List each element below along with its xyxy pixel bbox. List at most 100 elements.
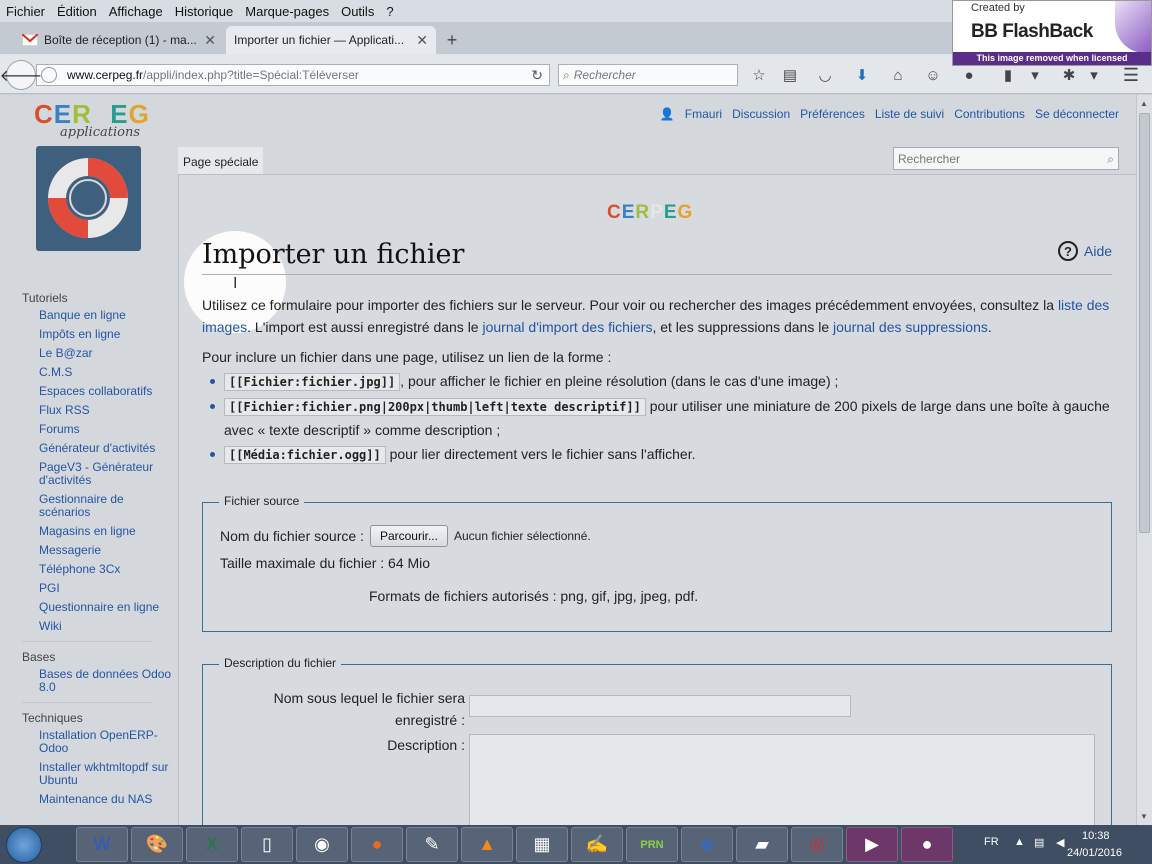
sidebar-item[interactable]: Générateur d'activités bbox=[39, 442, 172, 455]
addon-icon[interactable]: ✱ bbox=[1058, 64, 1080, 86]
dest-filename-input[interactable] bbox=[469, 695, 851, 717]
lifebuoy-logo-icon[interactable] bbox=[36, 146, 141, 251]
watchlist-link[interactable]: Liste de suivi bbox=[875, 107, 944, 121]
reading-list-icon[interactable]: ▤ bbox=[779, 64, 801, 86]
menu-outils[interactable]: Outils bbox=[341, 4, 374, 19]
user-link[interactable]: Fmauri bbox=[685, 107, 722, 121]
sidebar-item[interactable]: Forums bbox=[39, 423, 172, 436]
menu-aide[interactable]: ? bbox=[386, 4, 393, 19]
chat-icon[interactable]: ☺ bbox=[922, 64, 944, 86]
notepad-icon[interactable]: ✍ bbox=[571, 827, 623, 862]
sidebar-item[interactable]: PGI bbox=[39, 582, 172, 595]
clock-date[interactable]: 24/01/2016 bbox=[1067, 847, 1122, 859]
help-link[interactable]: ? Aide bbox=[1058, 241, 1112, 261]
language-indicator[interactable]: FR bbox=[984, 836, 999, 848]
preferences-link[interactable]: Préférences bbox=[800, 107, 865, 121]
new-tab-button[interactable]: + bbox=[438, 26, 466, 54]
paint-icon[interactable]: 🎨 bbox=[131, 827, 183, 862]
virtualbox-icon[interactable]: ◆ bbox=[681, 827, 733, 862]
sidebar-item[interactable]: Bases de données Odoo 8.0 bbox=[39, 668, 172, 694]
sidebar-item[interactable]: Flux RSS bbox=[39, 404, 172, 417]
wiki-search-input[interactable]: Rechercher ⌕ bbox=[893, 147, 1119, 170]
dropdown-icon[interactable]: ▾ bbox=[1083, 64, 1105, 86]
globe-icon bbox=[41, 67, 57, 83]
tab-title: Importer un fichier — Applicati... bbox=[234, 33, 405, 47]
sidebar-item[interactable]: Le B@zar bbox=[39, 347, 172, 360]
word-icon[interactable]: W bbox=[76, 827, 128, 862]
scroll-up-icon[interactable]: ▲ bbox=[1140, 99, 1148, 108]
hamburger-menu-icon[interactable]: ☰ bbox=[1120, 64, 1142, 86]
sidebar-item[interactable]: Questionnaire en ligne bbox=[39, 601, 172, 614]
inline-intro: Pour inclure un fichier dans une page, u… bbox=[202, 349, 612, 365]
description-legend: Description du fichier bbox=[219, 656, 342, 670]
page-scrollbar[interactable]: ▲ ▼ bbox=[1136, 95, 1152, 825]
clock-time[interactable]: 10:38 bbox=[1082, 830, 1110, 842]
bookmark-star-icon[interactable]: ☆ bbox=[748, 64, 770, 86]
url-bar[interactable]: www.cerpeg.fr/appli/index.php?title=Spéc… bbox=[36, 64, 550, 86]
description-label: Description : bbox=[387, 737, 465, 753]
close-tab-icon[interactable]: ✕ bbox=[416, 32, 428, 49]
help-icon: ? bbox=[1058, 241, 1078, 261]
flashback-recorder-icon[interactable]: ● bbox=[901, 827, 953, 862]
prn-icon[interactable]: PRN bbox=[626, 827, 678, 862]
menu-affichage[interactable]: Affichage bbox=[109, 4, 163, 19]
sidebar-item[interactable]: Espaces collaboratifs bbox=[39, 385, 172, 398]
sidebar-item[interactable]: Messagerie bbox=[39, 544, 172, 557]
reload-icon[interactable]: ↻ bbox=[531, 67, 543, 84]
flashback-player-icon[interactable]: ▶ bbox=[846, 827, 898, 862]
tab-importer[interactable]: Importer un fichier — Applicati... ✕ bbox=[226, 26, 436, 54]
acrobat-icon[interactable]: ◎ bbox=[791, 827, 843, 862]
notes-icon[interactable]: ▰ bbox=[736, 827, 788, 862]
chrome-icon[interactable]: ◉ bbox=[296, 827, 348, 862]
sidebar-item[interactable]: Installation OpenERP-Odoo bbox=[39, 729, 172, 755]
logout-link[interactable]: Se déconnecter bbox=[1035, 107, 1119, 121]
menu-fichier[interactable]: Fichier bbox=[6, 4, 45, 19]
contributions-link[interactable]: Contributions bbox=[954, 107, 1025, 121]
upload-log-link[interactable]: journal d'import des fichiers bbox=[482, 319, 652, 335]
search-icon[interactable]: ⌕ bbox=[1107, 152, 1114, 166]
clipboard-icon[interactable]: ▮ bbox=[997, 64, 1019, 86]
dest-filename-label: Nom sous lequel le fichier sera enregist… bbox=[223, 687, 465, 731]
sidebar-item[interactable]: PageV3 - Générateur d'activités bbox=[39, 461, 172, 487]
menu-edition[interactable]: Édition bbox=[57, 4, 97, 19]
scroll-down-icon[interactable]: ▼ bbox=[1140, 812, 1148, 821]
start-button[interactable] bbox=[6, 827, 42, 863]
deletion-log-link[interactable]: journal des suppressions bbox=[833, 319, 988, 335]
search-placeholder: Rechercher bbox=[573, 68, 636, 82]
sidebar-item[interactable]: Impôts en ligne bbox=[39, 328, 172, 341]
sidebar-item[interactable]: Installer wkhtmltopdf sur Ubuntu bbox=[39, 761, 172, 787]
show-hidden-icon[interactable]: ▲ bbox=[1014, 836, 1025, 848]
sidebar-item[interactable]: C.M.S bbox=[39, 366, 172, 379]
sidebar-item[interactable]: Wiki bbox=[39, 620, 172, 633]
ccleaner-icon[interactable]: ✎ bbox=[406, 827, 458, 862]
discussion-link[interactable]: Discussion bbox=[732, 107, 790, 121]
tab-page-speciale[interactable]: Page spéciale bbox=[178, 147, 264, 177]
explorer-icon[interactable]: ▦ bbox=[516, 827, 568, 862]
home-icon[interactable]: ⌂ bbox=[887, 64, 909, 86]
menu-historique[interactable]: Historique bbox=[175, 4, 234, 19]
vlc-icon[interactable]: ▲ bbox=[461, 827, 513, 862]
sidebar-item[interactable]: Téléphone 3Cx bbox=[39, 563, 172, 576]
browse-button[interactable]: Parcourir... bbox=[369, 525, 448, 547]
excel-icon[interactable]: X bbox=[186, 827, 238, 862]
downloads-icon[interactable]: ⬇ bbox=[851, 64, 873, 86]
close-tab-icon[interactable]: ✕ bbox=[204, 32, 216, 49]
browser-search-input[interactable]: ⌕ Rechercher bbox=[558, 64, 738, 86]
dest-label-line: Nom sous lequel le fichier sera bbox=[273, 690, 465, 706]
document-icon[interactable]: ▯ bbox=[241, 827, 293, 862]
firefox-icon[interactable]: ● bbox=[351, 827, 403, 862]
tab-gmail[interactable]: Boîte de réception (1) - ma... ✕ bbox=[14, 26, 224, 54]
volume-icon[interactable]: ◀ bbox=[1056, 836, 1064, 849]
scrollbar-thumb[interactable] bbox=[1139, 113, 1150, 533]
extension-icon[interactable]: ● bbox=[958, 64, 980, 86]
pocket-icon[interactable]: ◡ bbox=[814, 64, 836, 86]
back-button[interactable]: 🡐 bbox=[0, 60, 42, 90]
network-icon[interactable]: ▤ bbox=[1034, 836, 1044, 849]
description-textarea[interactable] bbox=[469, 734, 1095, 825]
sidebar-item[interactable]: Banque en ligne bbox=[39, 309, 172, 322]
menu-marque-pages[interactable]: Marque-pages bbox=[245, 4, 329, 19]
sidebar-item[interactable]: Maintenance du NAS bbox=[39, 793, 172, 806]
dropdown-icon[interactable]: ▾ bbox=[1024, 64, 1046, 86]
sidebar-item[interactable]: Gestionnaire de scénarios bbox=[39, 493, 172, 519]
sidebar-item[interactable]: Magasins en ligne bbox=[39, 525, 172, 538]
